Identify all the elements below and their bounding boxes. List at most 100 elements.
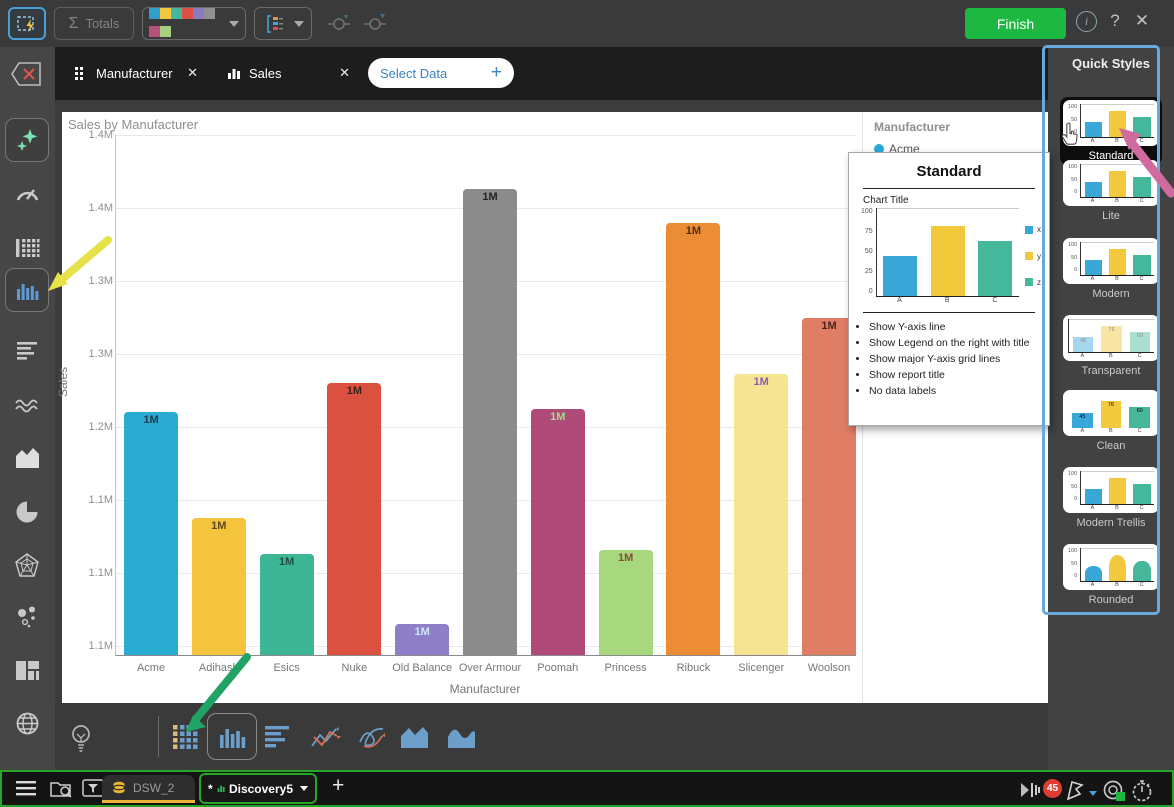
- radar-chart-icon[interactable]: [14, 552, 41, 579]
- new-tab-button[interactable]: +: [332, 774, 344, 798]
- tab-dsw2[interactable]: DSW_2: [102, 775, 195, 803]
- chip-close-icon[interactable]: ✕: [187, 65, 198, 81]
- bar-ribuck[interactable]: 1M: [666, 223, 720, 655]
- mini-bar: [1085, 260, 1102, 275]
- palette-dropdown[interactable]: [142, 7, 246, 40]
- mini-bar: [1109, 478, 1126, 504]
- chevron-down-icon[interactable]: [1088, 785, 1098, 803]
- mini-bar-label: 45: [1072, 414, 1093, 420]
- mini-gridline: [1081, 471, 1154, 472]
- area-chart-type-icon[interactable]: [399, 722, 429, 752]
- suggestions-lightbulb-icon[interactable]: [66, 722, 96, 752]
- bar-adihash[interactable]: 1M: [192, 518, 246, 655]
- search-folder-icon[interactable]: [50, 779, 74, 804]
- map-globe-icon[interactable]: [14, 710, 41, 737]
- mini-y-axis: 100500: [1068, 164, 1080, 204]
- hbar-chart-icon[interactable]: [14, 338, 41, 365]
- auto-style-icon: [15, 12, 39, 36]
- bar-old-balance[interactable]: 1M: [395, 624, 449, 655]
- mini-bar: [1133, 255, 1150, 275]
- lasso-select-icon[interactable]: [326, 12, 352, 39]
- mini-body: ABC: [1080, 164, 1154, 204]
- recommended-sparkles-icon[interactable]: [14, 127, 41, 154]
- close-icon[interactable]: ✕: [1130, 11, 1154, 31]
- mini-categories: ABC: [1080, 276, 1154, 282]
- style-name-label: Transparent: [1063, 365, 1159, 377]
- style-thumbnail: 100500ABC: [1063, 160, 1159, 206]
- quick-style-modern-trellis[interactable]: 100500ABCModern Trellis: [1063, 467, 1159, 529]
- menu-icon[interactable]: [16, 779, 38, 802]
- pie-chart-icon[interactable]: [14, 499, 41, 526]
- line-chart-icon[interactable]: [14, 392, 41, 419]
- chip-label: Sales: [249, 66, 282, 81]
- tab-discovery5[interactable]: * Discovery5: [199, 773, 317, 804]
- bar-poomah[interactable]: 1M: [531, 409, 585, 655]
- bar-value-label: 1M: [463, 191, 517, 203]
- bar-chart-icon[interactable]: [14, 277, 41, 304]
- auto-style-button[interactable]: [8, 7, 46, 40]
- mini-y-axis: 100500: [1068, 471, 1080, 511]
- bar-over-armour[interactable]: 1M: [463, 189, 517, 655]
- bar-nuke[interactable]: 1M: [327, 383, 381, 655]
- y-axis-tick: 1.3M: [67, 348, 113, 360]
- mini-gridline: [1081, 242, 1154, 243]
- finish-button[interactable]: Finish: [965, 8, 1066, 39]
- mini-bar: [1109, 249, 1126, 275]
- totals-button[interactable]: Σ Totals: [54, 7, 134, 40]
- y-axis-tick: 1.4M: [67, 202, 113, 214]
- mini-body: ABC: [876, 208, 1019, 304]
- style-name-label: Rounded: [1063, 594, 1159, 606]
- mini-bar-label: 60: [1129, 408, 1150, 414]
- help-icon[interactable]: ?: [1103, 11, 1127, 31]
- legend-title: Manufacturer: [874, 120, 950, 134]
- clear-visualization-icon[interactable]: [10, 59, 44, 94]
- treemap-icon[interactable]: [14, 657, 41, 684]
- quick-style-transparent[interactable]: 457660ABCTransparent: [1063, 315, 1159, 377]
- line-chart-type-icon[interactable]: [309, 722, 339, 752]
- flag-icon[interactable]: [1064, 779, 1086, 806]
- status-target-icon[interactable]: [1102, 779, 1128, 807]
- quick-style-clean[interactable]: 457660ABCClean: [1063, 390, 1159, 452]
- mini-categories: ABC: [1080, 505, 1154, 511]
- gauge-chart-icon[interactable]: [14, 181, 41, 208]
- y-axis-tick: 1.4M: [67, 129, 113, 141]
- mini-bar: 60: [1130, 332, 1150, 352]
- lasso-deselect-icon[interactable]: [362, 12, 388, 39]
- select-data-chip[interactable]: Select Data +: [368, 58, 514, 88]
- quick-style-lite[interactable]: 100500ABCLite: [1063, 160, 1159, 222]
- bar-acme[interactable]: 1M: [124, 412, 178, 655]
- grid-view-icon[interactable]: [171, 722, 201, 752]
- database-icon: [112, 781, 126, 795]
- quick-style-modern[interactable]: 100500ABCModern: [1063, 238, 1159, 300]
- bubble-chart-icon[interactable]: [14, 604, 41, 631]
- info-icon[interactable]: i: [1076, 11, 1100, 32]
- feature-item: Show report title: [869, 369, 1045, 381]
- y-axis-tick: 1.2M: [67, 421, 113, 433]
- bar-esics[interactable]: 1M: [260, 554, 314, 655]
- sort-format-dropdown[interactable]: [254, 7, 312, 40]
- chip-manufacturer[interactable]: Manufacturer ✕: [62, 58, 210, 88]
- y-axis-tick: 1.3M: [67, 275, 113, 287]
- sort-funnel-icon[interactable]: [1019, 779, 1043, 806]
- data-grid-icon[interactable]: [14, 234, 41, 261]
- bar-slicenger[interactable]: 1M: [734, 374, 788, 655]
- vertical-bar-chart-icon[interactable]: [217, 722, 247, 752]
- chip-close-icon[interactable]: ✕: [339, 65, 350, 81]
- mini-bar: [1133, 117, 1150, 137]
- chip-sales[interactable]: Sales ✕: [215, 58, 362, 88]
- smooth-area-chart-icon[interactable]: [446, 722, 476, 752]
- bar-princess[interactable]: 1M: [599, 550, 653, 655]
- metric-bars-icon: [227, 66, 241, 80]
- horizontal-bar-chart-icon[interactable]: [263, 722, 293, 752]
- notification-badge[interactable]: 45: [1043, 779, 1062, 798]
- palette-swatch: [182, 8, 193, 19]
- y-axis-tick: 1.1M: [67, 567, 113, 579]
- quick-style-rounded[interactable]: 100500ABCRounded: [1063, 544, 1159, 606]
- totals-label: Totals: [85, 16, 119, 31]
- timer-icon[interactable]: [1130, 779, 1154, 807]
- area-chart-icon[interactable]: [14, 445, 41, 472]
- curve-chart-type-icon[interactable]: [356, 722, 386, 752]
- toolbar-divider: [158, 716, 159, 757]
- add-data-icon[interactable]: +: [491, 62, 502, 84]
- mini-plot: 457660: [1068, 319, 1154, 353]
